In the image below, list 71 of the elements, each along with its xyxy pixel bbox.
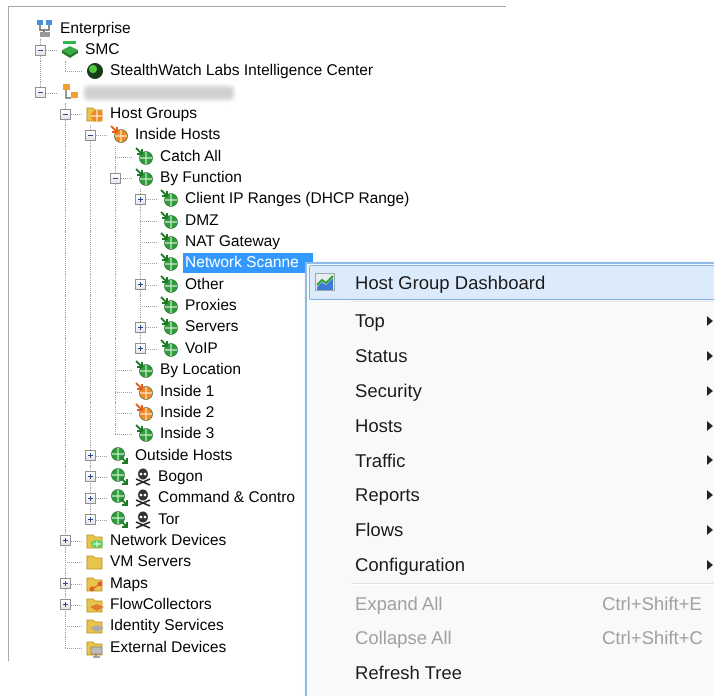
collapse-button[interactable] [60,108,71,120]
tree-item[interactable]: Inside Hosts [133,125,222,146]
skull-crossbones-icon [133,510,153,530]
submenu-arrow-icon [707,386,713,396]
tree-item[interactable]: VoIP [183,338,220,359]
tree-item[interactable]: Servers [183,317,240,338]
menu-item[interactable]: Top [309,304,714,339]
menu-item[interactable]: Refresh Tree [309,656,714,691]
expand-button[interactable] [85,450,96,462]
expand-button[interactable] [60,535,71,546]
tree-item[interactable]: Proxies [183,296,239,316]
tree-item[interactable]: Identity Services [108,616,226,636]
tree-item[interactable]: Other [183,274,226,295]
shortcut-label: Ctrl+Shift+E [602,592,702,616]
submenu-arrow-icon [707,524,713,535]
submenu-arrow-icon [707,490,713,500]
expand-button[interactable] [60,599,71,610]
tree-item[interactable]: Inside 2 [158,402,216,423]
tree-item[interactable]: SMC [83,40,122,60]
menu-item[interactable]: Host Group Dashboard [309,265,714,300]
tree-item[interactable]: Command & Contro [156,488,297,508]
server-icon [60,40,80,60]
collapse-button[interactable] [110,172,121,184]
tree-item[interactable]: StealthWatch Labs Intelligence Center [108,61,376,82]
submenu-arrow-icon [707,455,713,466]
expand-button[interactable] [85,492,96,504]
submenu-arrow-icon [707,316,713,326]
expand-button[interactable] [85,471,96,482]
expand-button[interactable] [135,322,146,333]
menu-item[interactable]: Status [309,338,714,374]
tree-item[interactable]: Host Groups [108,104,200,124]
tree-item[interactable]: Inside 1 [158,382,216,402]
tree-item[interactable]: Client IP Ranges (DHCP Range) [183,189,412,210]
menu-item[interactable]: Traffic [309,442,714,478]
tree-item[interactable]: FlowCollectors [108,594,214,615]
skull-crossbones-icon [133,466,153,487]
menu-item[interactable]: Reports [309,478,714,513]
globe-icon [85,61,105,82]
tree-item[interactable]: Network Devices [108,530,228,551]
submenu-arrow-icon [707,420,713,431]
tree-item[interactable]: NAT Gateway [183,232,282,252]
tree-item[interactable]: Tor [156,510,182,530]
expand-button[interactable] [135,343,146,354]
menu-item[interactable]: Security [309,373,714,408]
shortcut-label: Ctrl+Shift+C [602,626,703,650]
tree-item[interactable]: Outside Hosts [133,446,234,466]
tree-item[interactable]: VM Servers [108,552,193,572]
skull-crossbones-icon [133,488,153,508]
menu-item[interactable]: Hosts [309,408,714,443]
tree-item[interactable]: By Function [158,168,244,188]
expand-button[interactable] [60,578,71,590]
expand-button[interactable] [135,279,146,290]
collapse-button[interactable] [85,130,96,141]
expand-button[interactable] [135,194,146,205]
expand-button[interactable] [85,514,96,526]
submenu-arrow-icon [707,350,713,361]
tree-item[interactable]: Enterprise [58,18,133,39]
submenu-arrow-icon [707,560,713,570]
tree-item[interactable]: External Devices [108,638,228,658]
collapse-button[interactable] [35,44,46,56]
tree-item[interactable]: Catch All [158,146,224,167]
menu-item[interactable]: Configuration [309,547,714,582]
menu-item[interactable]: Flows [309,512,714,548]
tree-item[interactable]: Maps [108,574,150,594]
network-icon [35,18,55,39]
tree-item[interactable]: DMZ [183,210,221,231]
collapse-button[interactable] [35,87,46,98]
chart-icon [315,273,335,292]
tree-item[interactable]: Bogon [156,466,205,487]
tree-item[interactable]: By Location [158,360,243,380]
tree-item[interactable]: Inside 3 [158,424,216,444]
